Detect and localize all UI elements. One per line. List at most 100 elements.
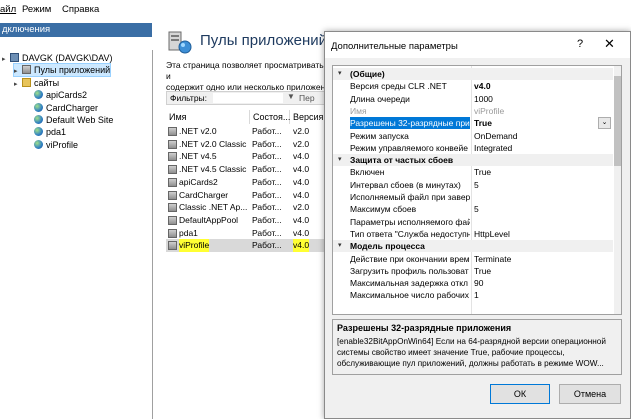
tree-item[interactable]: CardCharger <box>26 102 98 114</box>
globe-icon <box>34 139 43 149</box>
property-name: Разрешены 32-разрядные при <box>350 117 470 130</box>
tree-item[interactable]: ▸ DAVGK (DAVGK\DAV) <box>2 52 113 64</box>
pool-name: .NET v2.0 <box>179 126 217 136</box>
description-box: Разрешены 32-разрядные приложения [enabl… <box>332 319 622 375</box>
property-row[interactable]: Максимум сбоев 5 <box>333 203 613 215</box>
property-category[interactable]: ▾ Модель процесса <box>333 240 613 253</box>
page-title: Пулы приложений <box>200 32 328 49</box>
tree-item[interactable]: ▸ Пулы приложений <box>12 63 112 78</box>
property-value: viProfile <box>474 105 505 116</box>
table-row[interactable]: CardCharger Работ... v4.0 <box>166 189 326 202</box>
property-name: Интервал сбоев (в минутах) <box>350 179 461 190</box>
close-icon[interactable]: ✕ <box>604 36 615 52</box>
property-row[interactable]: Режим управляемого конвейе Integrated <box>333 142 613 154</box>
funnel-icon[interactable]: ▼ <box>287 92 295 101</box>
property-value: 5 <box>474 179 479 190</box>
tree-item[interactable]: pda1 <box>26 126 66 138</box>
collapse-chevron-icon[interactable]: ▾ <box>338 68 342 80</box>
table-row[interactable]: .NET v2.0 Работ... v2.0 <box>166 125 326 138</box>
property-row[interactable]: Максимальное число рабочих 1 <box>333 289 613 301</box>
property-value: 1000 <box>474 93 493 104</box>
table-row[interactable]: apiCards2 Работ... v4.0 <box>166 176 326 189</box>
column-header-name[interactable]: Имя <box>166 110 250 124</box>
column-header-status[interactable]: Состоя... <box>250 110 290 124</box>
globe-icon <box>34 115 43 124</box>
property-name: Имя <box>350 105 367 116</box>
property-value: 5 <box>474 204 479 215</box>
property-row[interactable]: Режим запуска OnDemand <box>333 130 613 142</box>
app-pools-header-icon <box>166 30 192 54</box>
property-row[interactable]: Тип ответа "Служба недоступн HttpLevel <box>333 228 613 240</box>
table-row[interactable]: Classic .NET Ap... Работ... v2.0 <box>166 201 326 214</box>
collapse-chevron-icon[interactable]: ▾ <box>338 240 342 252</box>
pool-status: Работ... <box>252 138 282 149</box>
cancel-button[interactable]: Отмена <box>559 384 621 404</box>
tree-item-label: pda1 <box>46 127 67 138</box>
table-row[interactable]: DefaultAppPool Работ... v4.0 <box>166 214 326 227</box>
collapse-chevron-icon[interactable]: ▾ <box>338 154 342 166</box>
property-name: Версия среды CLR .NET <box>350 81 447 92</box>
property-value[interactable]: True <box>474 117 594 129</box>
folder-icon <box>22 77 31 87</box>
menu-view[interactable]: Режим <box>22 4 51 15</box>
property-value: v4.0 <box>474 81 491 92</box>
property-row[interactable]: Действие при окончании врем Terminate <box>333 253 613 265</box>
property-name: Максимальная задержка откл <box>350 278 468 289</box>
property-value: Terminate <box>474 253 512 264</box>
globe-icon <box>34 90 43 100</box>
menu-help[interactable]: Справка <box>62 4 99 15</box>
tree-item[interactable]: apiCards2 <box>26 89 87 101</box>
app-pool-icon <box>168 228 177 238</box>
property-value: HttpLevel <box>474 228 510 239</box>
property-row[interactable]: Версия среды CLR .NET v4.0 <box>333 80 613 92</box>
expand-chevron-icon[interactable]: ▸ <box>2 54 10 66</box>
filter-input[interactable] <box>213 93 283 103</box>
table-row[interactable]: .NET v4.5 Classic Работ... v4.0 <box>166 163 326 176</box>
tree-item[interactable]: ▸ сайты <box>14 77 59 89</box>
property-row[interactable]: Интервал сбоев (в минутах) 5 <box>333 179 613 191</box>
property-row[interactable]: Параметры исполняемого фай <box>333 216 613 228</box>
property-value: True <box>474 167 492 178</box>
scrollbar-thumb[interactable] <box>614 76 621 166</box>
property-category[interactable]: ▾ (Общие) <box>333 68 613 80</box>
tree-item-label: apiCards2 <box>46 90 88 101</box>
server-icon <box>10 53 19 62</box>
property-row[interactable]: Максимальная задержка откл 90 <box>333 277 613 289</box>
dialog-titlebar: Дополнительные параметры ? ✕ <box>325 32 630 58</box>
chevron-down-icon[interactable]: ⌄ <box>598 117 611 130</box>
property-row[interactable]: Имя viProfile <box>333 105 613 117</box>
pool-version: v4.0 <box>293 176 310 187</box>
app-pool-icon <box>168 190 177 200</box>
help-icon[interactable]: ? <box>577 38 583 50</box>
filter-go-button[interactable]: Пер <box>299 93 315 103</box>
property-row[interactable]: Исполняемый файл при завер <box>333 191 613 203</box>
pool-name: .NET v4.5 Classic <box>179 164 247 175</box>
ok-button[interactable]: ОК <box>490 384 550 404</box>
tree-item[interactable]: viProfile <box>26 139 78 151</box>
connections-header: дключения <box>0 23 152 37</box>
property-row[interactable]: Включен True <box>333 166 613 178</box>
property-name: Загрузить профиль пользоват <box>350 265 469 276</box>
property-name: Модель процесса <box>350 241 425 252</box>
property-name: Включен <box>350 167 385 178</box>
property-row[interactable]: Загрузить профиль пользоват True <box>333 265 613 277</box>
filter-bar: Фильтры: ▼ Пер <box>166 91 326 105</box>
pool-version: v4.0 <box>293 189 310 200</box>
column-header-version[interactable]: Версия <box>290 110 326 124</box>
property-category[interactable]: ▾ Защита от частых сбоев <box>333 154 613 167</box>
property-row[interactable]: Длина очереди 1000 <box>333 93 613 105</box>
tree-item-label: Пулы приложений <box>34 65 111 76</box>
menu-file[interactable]: айл <box>0 4 16 15</box>
pool-status: Работ... <box>252 126 282 136</box>
expand-chevron-icon[interactable]: ▸ <box>14 79 22 91</box>
table-row[interactable]: .NET v2.0 Classic Работ... v2.0 <box>166 138 326 151</box>
property-row[interactable]: Разрешены 32-разрядные при True ⌄ <box>333 117 613 130</box>
pool-version: v4.0 <box>293 164 310 175</box>
property-name: Тип ответа "Служба недоступн <box>350 228 470 239</box>
table-row[interactable]: .NET v4.5 Работ... v4.0 <box>166 150 326 163</box>
table-row[interactable]: pda1 Работ... v4.0 <box>166 227 326 240</box>
table-row[interactable]: viProfile Работ... v4.0 <box>166 239 326 253</box>
tree-item[interactable]: Default Web Site <box>26 114 113 126</box>
pool-version: v2.0 <box>293 138 310 149</box>
description-line: Эта страница позволяет просматривать и <box>166 60 324 81</box>
